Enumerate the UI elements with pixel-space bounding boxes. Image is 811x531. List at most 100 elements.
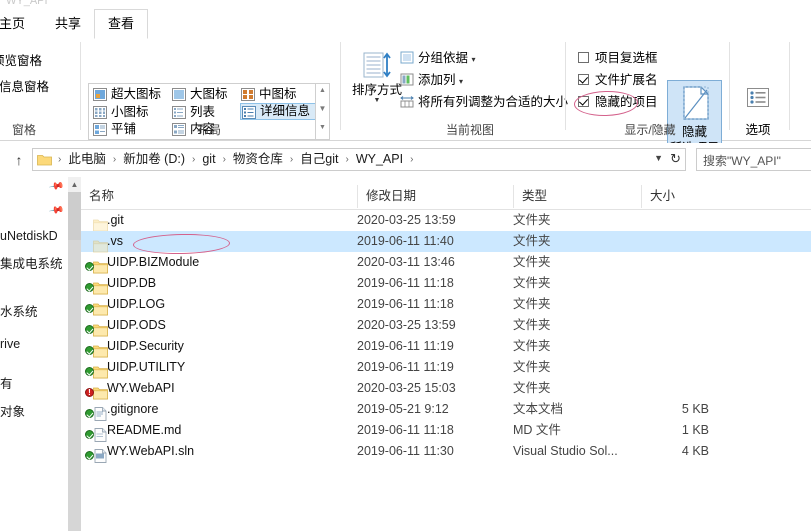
folder-icon: [93, 345, 108, 358]
pin-icon[interactable]: 📌: [48, 202, 65, 218]
table-row[interactable]: UIDP.DB 2019-06-11 11:18 文件夹: [81, 273, 811, 295]
table-row[interactable]: UIDP.LOG 2019-06-11 11:18 文件夹: [81, 294, 811, 316]
view-extra-large-icons[interactable]: 超大图标: [92, 86, 168, 103]
nav-item-1[interactable]: 集成电系统: [0, 253, 63, 272]
cell-date: 2019-06-11 11:18: [357, 297, 454, 311]
table-row[interactable]: .vs 2019-06-11 11:40 文件夹: [81, 231, 811, 253]
table-row[interactable]: UIDP.Security 2019-06-11 11:19 文件夹: [81, 336, 811, 358]
file-list-rows: .git 2020-03-25 13:59 文件夹 .vs 2019-06-11 11:…: [81, 210, 811, 463]
ribbon-details-pane-button[interactable]: 详细信息窗格: [0, 76, 49, 95]
ribbon-tab-strip: 主页 共享 查看: [0, 8, 811, 39]
view-small-icons[interactable]: 小图标: [92, 104, 168, 121]
column-header-date[interactable]: 修改日期: [357, 185, 513, 208]
table-row[interactable]: WY.WebAPI.sln 2019-06-11 11:30 Visual Stud…: [81, 441, 811, 463]
up-arrow-icon[interactable]: ↑: [10, 151, 28, 169]
breadcrumb-separator: ›: [289, 154, 294, 165]
view-list[interactable]: 列表: [171, 104, 237, 121]
breadcrumb-item-3[interactable]: 物资仓库: [230, 149, 286, 170]
cell-type: 文件夹: [513, 255, 551, 269]
gallery-dropdown-icon[interactable]: ▼: [318, 105, 327, 113]
scrollbar-thumb[interactable]: [68, 192, 81, 240]
table-row[interactable]: .git 2020-03-25 13:59 文件夹: [81, 210, 811, 232]
file-icon: [85, 319, 108, 337]
navigation-pane-scrollbar[interactable]: ▲: [68, 177, 82, 531]
table-row[interactable]: UIDP.BIZModule 2020-03-11 13:46 文件夹: [81, 252, 811, 274]
scrollbar-track[interactable]: [68, 240, 81, 531]
breadcrumb-item-5[interactable]: WY_API: [353, 149, 406, 170]
add-columns-button[interactable]: 添加列 ▾: [400, 72, 463, 88]
breadcrumb-separator: ›: [58, 154, 62, 165]
cell-size: [641, 210, 709, 231]
sort-by-label: 排序方式: [351, 83, 402, 97]
tab-share[interactable]: 共享: [42, 10, 94, 38]
view-large-icons[interactable]: 大图标: [171, 86, 237, 103]
gallery-scroll-up-icon[interactable]: ▲: [318, 87, 327, 95]
ribbon-group-separator: [789, 42, 790, 130]
cell-type: 文件夹: [513, 339, 551, 353]
nav-item-0[interactable]: uNetdiskD: [0, 229, 58, 243]
ribbon-preview-pane-button[interactable]: 预览窗格: [0, 50, 42, 69]
table-row[interactable]: .gitignore 2019-05-21 9:12 文本文档 5 KB: [81, 399, 811, 421]
column-header-name[interactable]: 名称: [81, 185, 357, 208]
git-normal-badge-icon: [85, 430, 94, 439]
breadcrumb-item-4[interactable]: 自己git: [297, 149, 341, 170]
sort-by-caret-icon[interactable]: ▼: [347, 97, 407, 104]
column-header-size[interactable]: 大小: [641, 185, 745, 208]
table-row[interactable]: README.md 2019-06-11 11:18 MD 文件 1 KB: [81, 420, 811, 442]
address-input[interactable]: › 此电脑 › 新加卷 (D:) › git › 物资仓库 › 自己git › …: [32, 148, 686, 171]
breadcrumb-item-0[interactable]: 此电脑: [65, 149, 109, 170]
tab-home[interactable]: 主页: [0, 10, 38, 38]
tab-view[interactable]: 查看: [94, 9, 149, 39]
cell-type: 文件夹: [513, 276, 551, 290]
git-normal-badge-icon: [85, 325, 94, 334]
breadcrumb-item-2[interactable]: git: [199, 149, 218, 170]
git-normal-badge-icon: [85, 304, 94, 313]
hidden-items-checkbox[interactable]: [578, 96, 589, 107]
refresh-icon[interactable]: ↻: [670, 152, 681, 166]
pin-icon[interactable]: 📌: [48, 178, 65, 194]
options-icon: [747, 88, 769, 107]
sort-by-button[interactable]: 排序方式 ▼: [347, 52, 407, 104]
breadcrumb-separator: ›: [222, 154, 226, 165]
table-row[interactable]: WY.WebAPI 2020-03-25 15:03 文件夹: [81, 378, 811, 400]
item-checkboxes-checkbox[interactable]: [578, 52, 589, 63]
ribbon: 预览窗格 详细信息窗格 窗格 超大图标 大图标: [0, 38, 811, 168]
size-all-columns-button[interactable]: 将所有列调整为合适的大小: [400, 94, 568, 110]
folder-icon[interactable]: [37, 153, 52, 166]
item-checkboxes-label: 项目复选框: [595, 51, 658, 65]
hidden-items-label: 隐藏的项目: [595, 95, 658, 109]
nav-item-5[interactable]: 对象: [0, 401, 25, 420]
nav-item-4[interactable]: 有: [0, 373, 13, 392]
nav-item-3[interactable]: rive: [0, 337, 20, 351]
git-normal-badge-icon: [85, 367, 94, 376]
table-row[interactable]: UIDP.ODS 2020-03-25 13:59 文件夹: [81, 315, 811, 337]
cell-name: UIDP.DB: [107, 276, 157, 290]
breadcrumb-item-1[interactable]: 新加卷 (D:): [120, 149, 188, 170]
hidden-items-toggle[interactable]: 隐藏的项目: [578, 94, 658, 110]
column-header-type[interactable]: 类型: [513, 185, 641, 208]
add-columns-caret-icon[interactable]: ▾: [459, 77, 463, 86]
search-input[interactable]: 搜索"WY_API": [696, 148, 811, 171]
breadcrumb-separator: ›: [410, 154, 414, 165]
view-medium-icons[interactable]: 中图标: [240, 86, 310, 103]
file-name-extensions-checkbox[interactable]: [578, 74, 589, 85]
group-by-button[interactable]: 分组依据 ▾: [400, 50, 476, 66]
chevron-up-icon[interactable]: ▲: [68, 177, 81, 192]
cell-name: .gitignore: [107, 402, 159, 416]
ribbon-group-separator: [729, 42, 730, 130]
table-row[interactable]: UIDP.UTILITY 2019-06-11 11:19 文件夹: [81, 357, 811, 379]
cell-size: [641, 336, 709, 357]
options-button[interactable]: 选项: [735, 86, 781, 138]
ribbon-group-label-show-hide: 显示/隐藏: [624, 123, 676, 137]
navigation-pane[interactable]: 📌 📌 uNetdiskD 集成电系统 水系统 rive 有 对象: [0, 177, 68, 531]
file-list-pane[interactable]: 名称 修改日期 类型 大小 .git 2020-03-25 13:59 文件夹 .vs…: [81, 177, 811, 531]
view-details[interactable]: 详细信息: [240, 103, 317, 120]
window-title-bar[interactable]: WY_API: [0, 0, 811, 8]
cell-name: WY.WebAPI: [107, 381, 175, 395]
view-medium-icons-label: 中图标: [259, 87, 297, 101]
item-checkboxes-toggle[interactable]: 项目复选框: [578, 50, 658, 66]
group-by-caret-icon[interactable]: ▾: [472, 55, 476, 64]
file-name-extensions-toggle[interactable]: 文件扩展名: [578, 72, 658, 88]
nav-item-2[interactable]: 水系统: [0, 301, 38, 320]
chevron-down-icon[interactable]: ▼: [654, 153, 663, 163]
